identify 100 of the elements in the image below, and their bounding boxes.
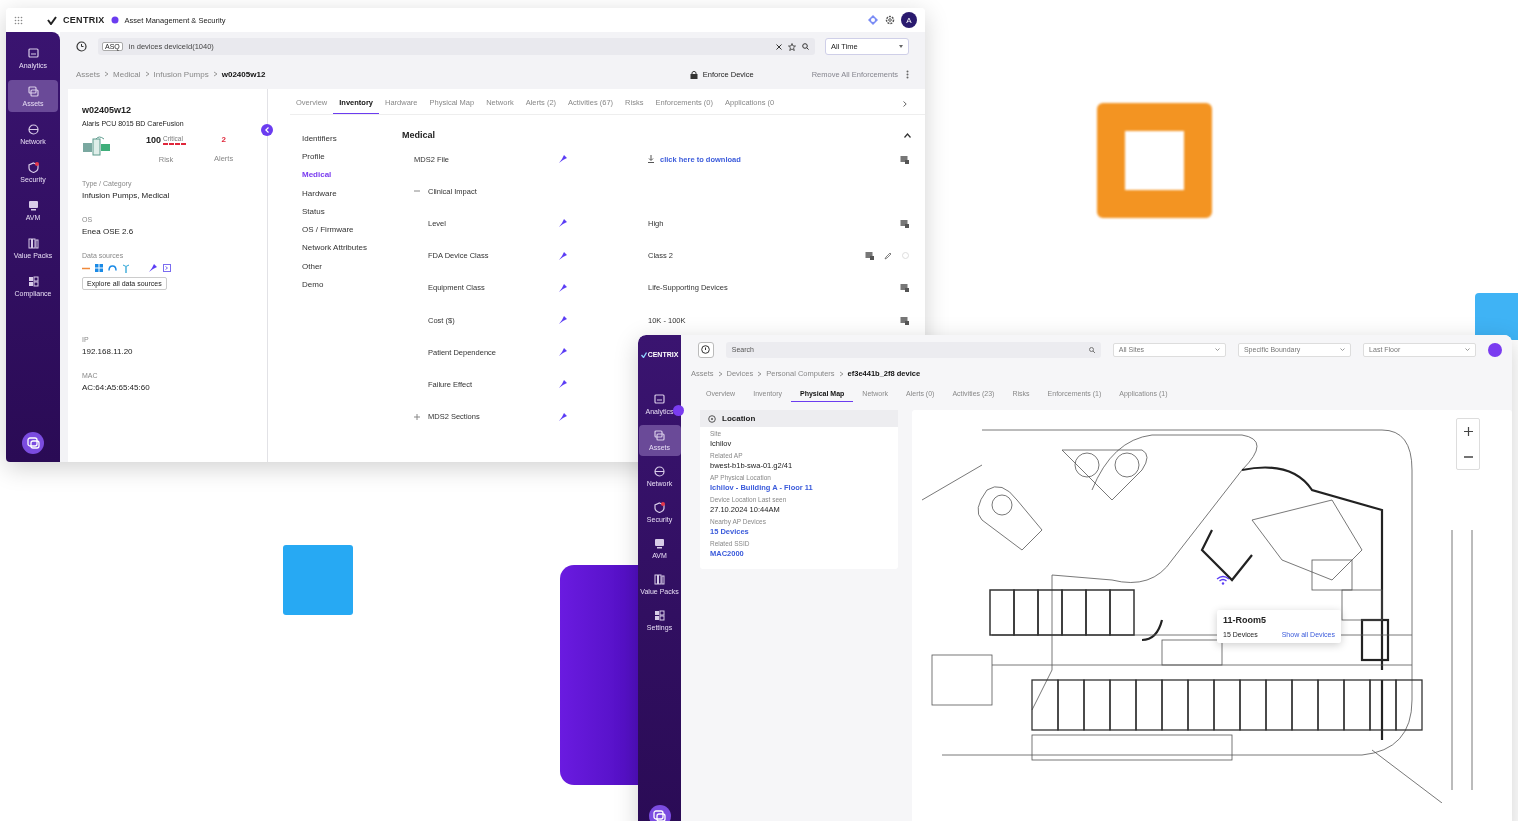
apps-grid-icon[interactable] [14,15,23,25]
inventory-nav-item[interactable]: Identifiers [302,129,402,148]
panel-title: Location [722,414,756,423]
grid-icon [27,275,39,287]
antenna-icon [122,263,130,273]
caret-icon [899,45,903,48]
circle-icon [902,252,909,260]
monitor-icon [654,394,665,405]
windows-logo-icon [95,264,103,272]
pin-icon [558,154,568,165]
more-icon[interactable] [906,69,909,79]
pin-icon [558,282,568,293]
avatar[interactable]: A [901,12,917,28]
history-button[interactable] [74,39,88,54]
expand-icon [414,413,420,420]
caret-icon [1465,348,1471,351]
device-icon [27,199,39,211]
avatar[interactable] [1488,342,1502,357]
pin-icon [558,411,568,422]
terminal-icon [163,264,171,272]
chevron-up-icon[interactable] [904,132,911,138]
device-name: w02405w12 [82,105,133,115]
globe-icon [654,466,665,477]
windows-icon [27,85,39,97]
minus-icon [1463,455,1473,458]
breadcrumb-link[interactable]: Infusion Pumps [153,69,209,79]
infusion-pump-icon [82,135,112,157]
wifi-icon [1216,575,1230,585]
diamond-icon[interactable] [867,14,879,26]
app-dot-icon [110,16,119,24]
star-icon[interactable] [788,42,796,51]
search-icon[interactable] [802,43,809,50]
shield-icon [27,161,39,173]
breadcrumb-link[interactable]: Medical [113,69,141,79]
inventory-nav-item[interactable]: Other [302,257,402,276]
caret-icon [1340,348,1346,351]
chevron-icon [717,370,723,377]
pin-circle-icon [708,414,716,423]
pin-icon [558,379,568,390]
inventory-nav-item[interactable]: OS / Firmware [302,220,402,239]
search-icon[interactable] [1088,346,1095,353]
globe-icon [27,123,39,135]
square-shape [283,545,353,615]
pin-icon [148,263,158,273]
grid-icon [654,610,665,621]
pin-icon [558,347,568,358]
breadcrumb-link[interactable]: w02405w12 [221,69,266,79]
room-name: 11-Room5 [1223,615,1267,625]
clock-icon [701,345,711,354]
square-shape [1475,293,1518,340]
inventory-nav-item[interactable]: Demo [302,275,402,294]
note-icon [900,218,909,228]
cloud-icon [108,265,117,271]
note-icon [900,283,909,293]
chevron-icon [838,370,844,377]
inventory-nav-item[interactable]: Status [302,202,402,221]
pin-icon [558,315,568,326]
inventory-nav-item[interactable]: Network Attributes [302,238,402,258]
close-icon[interactable] [776,43,782,50]
chevron-icon [144,71,150,77]
help-button[interactable] [22,432,44,454]
check-icon [640,351,647,358]
chat-icon [653,810,666,821]
field-value: 192.168.11.20 [82,347,134,356]
lock-icon [689,69,698,79]
help-button[interactable] [648,805,671,821]
chevron-icon [757,370,763,377]
breadcrumb-link[interactable]: Assets [76,69,100,79]
risk-score: 100 [146,135,162,145]
clock-icon [75,41,87,52]
note-icon [865,251,874,261]
monitor-icon [27,47,39,59]
section-title: Medical [402,130,435,140]
field-value: AC:64:A5:65:45:60 [82,383,151,392]
pin-icon [558,250,568,261]
check-icon [47,15,57,25]
windows-icon [654,430,665,441]
field-value: Enea OSE 2.6 [82,227,135,236]
note-icon [900,154,909,164]
field-value: Infusion Pumps, Medical [82,191,171,200]
device-icon [654,538,665,549]
chevron-icon [104,71,109,77]
collapse-button[interactable] [673,405,684,416]
chat-icon [26,437,40,449]
books-icon [654,574,665,585]
inventory-nav-item[interactable]: Hardware [302,183,402,203]
history-button[interactable] [698,341,714,358]
chevron-left-icon [265,127,269,133]
note-icon [900,315,909,325]
shield-icon [654,502,665,513]
chevron-right-icon[interactable] [903,101,907,107]
settings-icon[interactable] [885,15,895,25]
alert-count: 2 [221,135,226,144]
chevron-icon [212,71,218,77]
inventory-nav-item[interactable]: Profile [302,147,402,166]
pencil-icon[interactable] [884,251,892,260]
books-icon [27,237,39,249]
plus-icon [1463,427,1473,436]
inventory-nav-item[interactable]: Medical [302,165,402,184]
download-icon [648,155,654,164]
